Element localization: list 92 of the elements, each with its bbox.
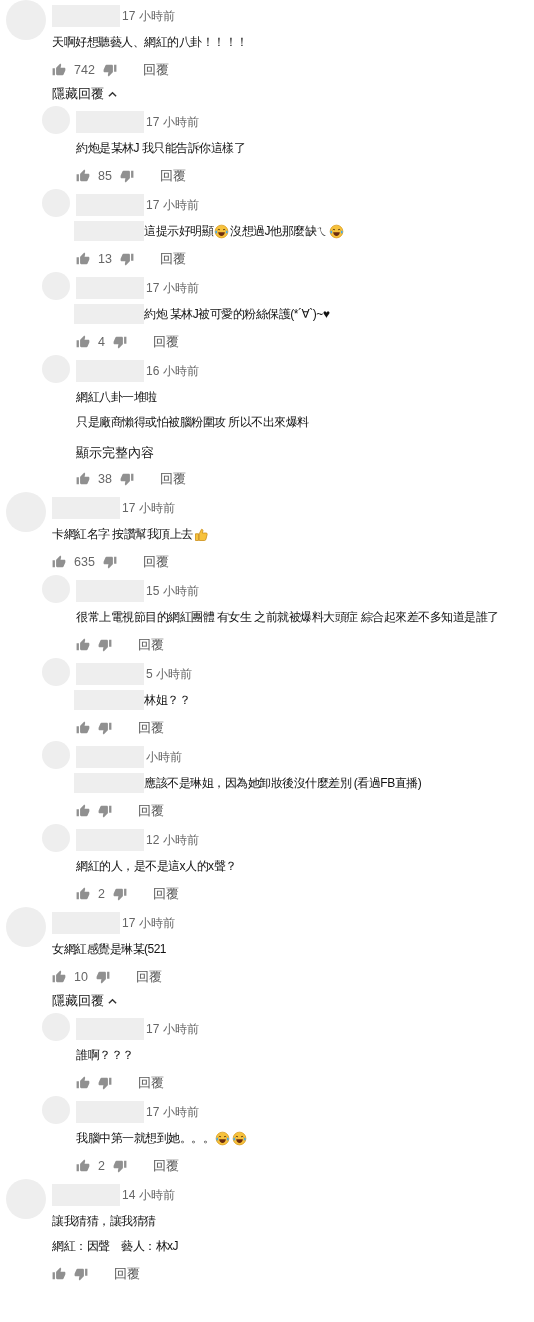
reply-button[interactable]: 回覆 [152,1157,179,1175]
comment-text: 卡網紅名字 按讚幫我頂上去 [52,525,193,543]
comment-text: 我腦中第一就想到她。。。 [76,1129,214,1147]
thumbs-up-icon[interactable] [76,472,90,486]
comment-text: 林姐？？ [144,691,190,709]
thumbs-up-icon[interactable] [76,1159,90,1173]
laughing-emoji-icon [328,223,344,239]
reply-button[interactable]: 回覆 [152,885,179,903]
comment-text: 網紅：因聲 藝人：林xJ [52,1237,178,1255]
comment-text: 女網紅感覺是琳某(521 [52,940,167,958]
thumbs-down-icon[interactable] [112,1159,127,1173]
comment-text: 天啊好想聽藝人、網紅的八卦！！！！ [52,33,248,51]
hide-replies-button[interactable]: 隱藏回覆 [52,86,534,103]
like-count: 635 [74,555,95,569]
like-count: 13 [98,252,112,266]
thumbs-down-icon[interactable] [112,887,127,901]
reply-button[interactable]: 回覆 [142,61,169,79]
thumbs-down-icon[interactable] [98,1076,112,1090]
thumbs-up-icon[interactable] [52,970,66,984]
timestamp[interactable]: 17 小時前 [146,1103,199,1121]
hide-replies-button[interactable]: 隱藏回覆 [52,993,534,1010]
like-count: 38 [98,472,112,486]
comment-text: 讓我猜猜，讓我猜猜 [52,1212,156,1230]
timestamp[interactable]: 14 小時前 [122,1186,175,1204]
thumbs-up-icon[interactable] [52,63,66,77]
like-count: 2 [98,887,105,901]
comment-text: 這提示好明顯 [144,222,213,240]
thumbs-down-icon[interactable] [119,252,134,266]
comment-text: 誰啊？？？ [76,1046,134,1064]
comment-text: 沒想過J他那麼缺ㄟ [230,222,328,240]
reply-button[interactable]: 回覆 [138,1074,164,1092]
thumbs-up-icon[interactable] [76,804,90,818]
timestamp[interactable]: 16 小時前 [146,362,199,380]
reply-button[interactable]: 回覆 [135,968,162,986]
timestamp[interactable]: 15 小時前 [146,582,199,600]
reply-button[interactable]: 回覆 [114,1265,140,1283]
thumbs-up-emoji-icon [193,526,209,542]
timestamp[interactable]: 17 小時前 [146,196,199,214]
comment-text: 應該不是琳姐，因為她卸妝後沒什麼差別 (看過FB直播) [144,774,422,792]
timestamp[interactable]: 小時前 [146,748,182,766]
thumbs-down-icon[interactable] [112,335,127,349]
caret-up-icon [108,997,117,1006]
thumbs-down-icon[interactable] [102,555,117,569]
laughing-emoji-icon [215,1130,230,1146]
thumbs-down-icon[interactable] [119,169,134,183]
thumbs-up-icon[interactable] [52,1267,66,1281]
reply-button[interactable]: 回覆 [138,802,164,820]
timestamp[interactable]: 17 小時前 [122,499,175,517]
thumbs-down-icon[interactable] [98,804,112,818]
reply-button[interactable]: 回覆 [159,167,186,185]
thumbs-down-icon[interactable] [98,638,112,652]
thumbs-down-icon[interactable] [98,721,112,735]
reply-button[interactable]: 回覆 [142,553,169,571]
comment-text: 約炮是某林J 我只能告訴你這樣了 [76,139,246,157]
thumbs-down-icon[interactable] [95,970,110,984]
timestamp[interactable]: 12 小時前 [146,831,199,849]
comment-text: 網紅八卦一堆啦 [76,388,157,406]
thumbs-up-icon[interactable] [76,169,90,183]
timestamp[interactable]: 5 小時前 [146,665,192,683]
laughing-emoji-icon [214,223,229,239]
reply-button[interactable]: 回覆 [138,636,164,654]
reply-button[interactable]: 回覆 [159,470,186,488]
timestamp[interactable]: 17 小時前 [146,1020,199,1038]
timestamp[interactable]: 17 小時前 [122,7,175,25]
read-more-link[interactable]: 顯示完整內容 [76,445,534,462]
thumbs-up-icon[interactable] [52,555,66,569]
timestamp[interactable]: 17 小時前 [146,113,199,131]
reply-button[interactable]: 回覆 [138,719,164,737]
laughing-emoji-icon [232,1130,247,1146]
reply-button[interactable]: 回覆 [159,250,186,268]
thumbs-down-icon[interactable] [102,63,117,77]
like-count: 2 [98,1159,105,1173]
caret-up-icon [108,90,117,99]
like-count: 4 [98,335,105,349]
thumbs-down-icon[interactable] [119,472,134,486]
comment-text: 很常上電視節目的網紅團體 有女生 之前就被爆料大頭症 綜合起來差不多知道是誰了 [76,608,499,626]
thumbs-up-icon[interactable] [76,887,90,901]
reply-button[interactable]: 回覆 [152,333,179,351]
thumbs-up-icon[interactable] [76,638,90,652]
like-count: 742 [74,63,95,77]
thumbs-up-icon[interactable] [76,335,90,349]
like-count: 10 [74,970,88,984]
timestamp[interactable]: 17 小時前 [122,914,175,932]
comment-text: 約炮 某林J被可愛的粉絲保護(*´∀`)~♥ [144,305,330,323]
thumbs-up-icon[interactable] [76,721,90,735]
comment-text: 網紅的人，是不是這x人的x聲？ [76,857,237,875]
like-count: 85 [98,169,112,183]
thumbs-down-icon[interactable] [74,1267,88,1281]
thumbs-up-icon[interactable] [76,252,90,266]
thumbs-up-icon[interactable] [76,1076,90,1090]
timestamp[interactable]: 17 小時前 [146,279,199,297]
comment-text: 只是廠商懶得或怕被腦粉圍攻 所以不出來爆料 [76,413,309,431]
